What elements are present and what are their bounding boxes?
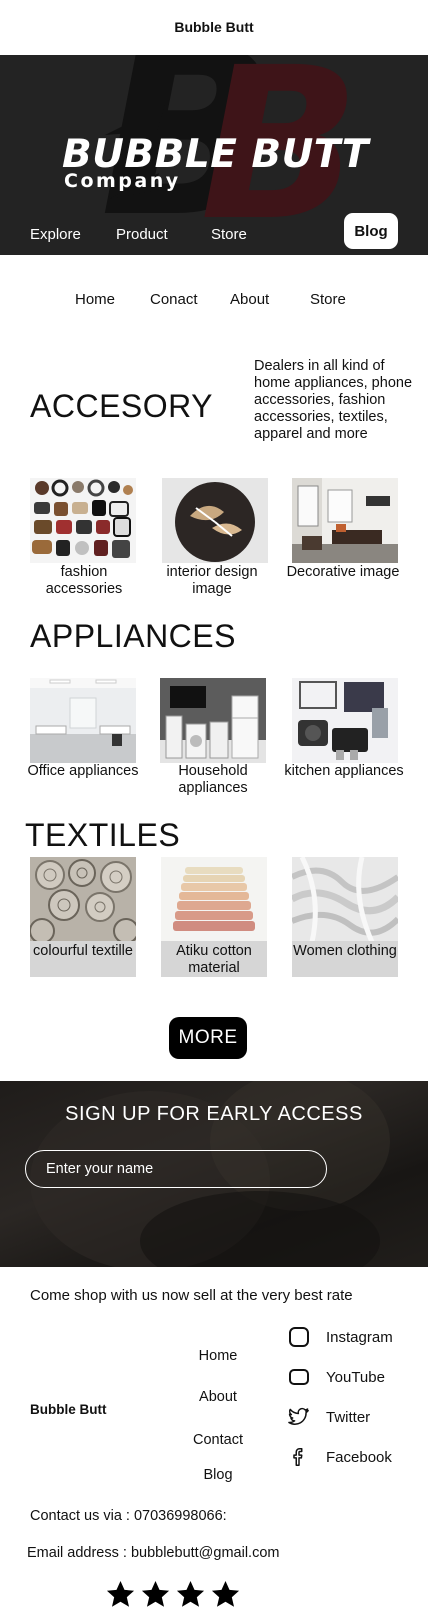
twitter-label: Twitter bbox=[326, 1408, 371, 1426]
fashion-accessories-label: fashion accessories bbox=[45, 564, 123, 597]
twitter-icon bbox=[288, 1407, 309, 1425]
appliances-title: APPLIANCES bbox=[30, 618, 236, 654]
subnav-store[interactable]: Store bbox=[310, 291, 346, 308]
star-icon bbox=[211, 1580, 240, 1607]
facebook-icon bbox=[293, 1448, 303, 1466]
household-image[interactable] bbox=[160, 678, 266, 763]
hero-banner: B B BUBBLE BUTT Company Explore Product … bbox=[0, 55, 428, 255]
kitchen-appliances-label: kitchen appliances bbox=[284, 763, 404, 779]
contact-email: Email address : bubblebutt@gmail.com bbox=[27, 1545, 280, 1561]
decorative-label: Decorative image bbox=[286, 564, 400, 580]
nav-store[interactable]: Store bbox=[211, 226, 247, 243]
living-room-image[interactable] bbox=[292, 478, 398, 563]
kitchen-image[interactable] bbox=[292, 678, 398, 763]
contact-phone: Contact us via : 07036998066: bbox=[30, 1508, 227, 1524]
star-icon bbox=[176, 1580, 205, 1607]
footer-brand: Bubble Butt bbox=[30, 1402, 107, 1417]
interior-design-label: interior design image bbox=[166, 564, 258, 597]
instagram-label: Instagram bbox=[326, 1328, 393, 1346]
social-facebook[interactable]: Facebook bbox=[288, 1446, 392, 1468]
women-clothing-label: Women clothing bbox=[292, 941, 398, 977]
facebook-label: Facebook bbox=[326, 1448, 392, 1466]
jewelry-image[interactable] bbox=[30, 478, 136, 563]
star-icon bbox=[106, 1580, 135, 1607]
hero-company-name: Company bbox=[64, 170, 181, 192]
social-youtube[interactable]: YouTube bbox=[288, 1366, 385, 1388]
social-twitter[interactable]: Twitter bbox=[288, 1406, 370, 1428]
fabric-rolls-image[interactable] bbox=[30, 857, 136, 942]
clock-image[interactable] bbox=[162, 478, 268, 563]
footer-link-about[interactable]: About bbox=[178, 1389, 258, 1405]
textiles-title: TEXTILES bbox=[25, 817, 181, 853]
office-appliances-label: Office appliances bbox=[27, 763, 139, 779]
household-appliances-label: Household appliances bbox=[178, 763, 248, 796]
star-icon bbox=[141, 1580, 170, 1607]
white-fabric-image[interactable] bbox=[292, 857, 398, 942]
instagram-icon bbox=[289, 1327, 309, 1347]
footer-link-blog[interactable]: Blog bbox=[178, 1467, 258, 1483]
colourful-textile-label: colourful textille bbox=[30, 941, 136, 977]
blog-button[interactable]: Blog bbox=[344, 213, 398, 249]
nav-product[interactable]: Product bbox=[116, 226, 168, 243]
folded-cotton-image[interactable] bbox=[161, 857, 267, 942]
footer-tagline: Come shop with us now sell at the very b… bbox=[30, 1287, 353, 1304]
site-title: Bubble Butt bbox=[174, 19, 254, 35]
youtube-label: YouTube bbox=[326, 1368, 385, 1386]
accessory-title: ACCESORY bbox=[30, 388, 214, 424]
name-input[interactable] bbox=[25, 1150, 327, 1188]
subnav-about[interactable]: About bbox=[230, 291, 269, 308]
subnav-contact[interactable]: Conact bbox=[150, 291, 198, 308]
footer-link-contact[interactable]: Contact bbox=[178, 1432, 258, 1448]
dealers-description: Dealers in all kind of home appliances, … bbox=[254, 358, 413, 442]
subnav-home[interactable]: Home bbox=[75, 291, 115, 308]
office-image[interactable] bbox=[30, 678, 136, 763]
signup-title: SIGN UP FOR EARLY ACCESS bbox=[65, 1103, 363, 1125]
social-instagram[interactable]: Instagram bbox=[288, 1326, 393, 1348]
footer-link-home[interactable]: Home bbox=[178, 1348, 258, 1364]
signup-section: SIGN UP FOR EARLY ACCESS bbox=[0, 1081, 428, 1267]
more-button[interactable]: MORE bbox=[169, 1017, 247, 1059]
youtube-icon bbox=[289, 1369, 309, 1385]
nav-explore[interactable]: Explore bbox=[30, 226, 81, 243]
atiku-cotton-label: Atiku cotton material bbox=[161, 941, 267, 977]
rating-stars bbox=[105, 1579, 241, 1610]
